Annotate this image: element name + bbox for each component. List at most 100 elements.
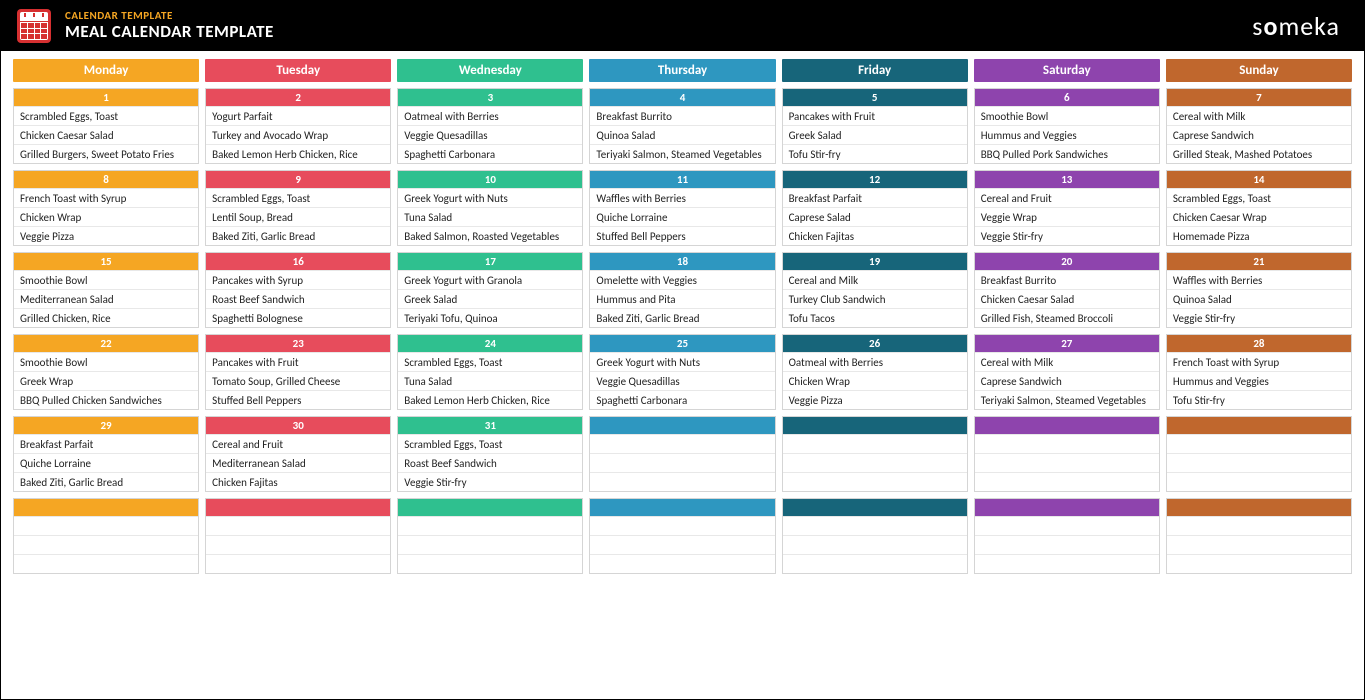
day-cell[interactable]: 16Pancakes with SyrupRoast Beef Sandwich…	[205, 252, 391, 328]
meal-entry[interactable]: Baked Ziti, Garlic Bread	[14, 472, 198, 491]
meal-entry[interactable]: Grilled Chicken, Rice	[14, 308, 198, 327]
meal-entry[interactable]: Veggie Pizza	[783, 390, 967, 409]
meal-entry[interactable]: Mediterranean Salad	[14, 289, 198, 308]
meal-entry[interactable]: Breakfast Parfait	[783, 188, 967, 207]
meal-entry[interactable]: Quinoa Salad	[590, 125, 774, 144]
meal-entry[interactable]: Tofu Stir-fry	[783, 144, 967, 163]
meal-entry[interactable]: Caprese Sandwich	[1167, 125, 1351, 144]
meal-entry[interactable]: Tuna Salad	[398, 371, 582, 390]
meal-entry[interactable]: Caprese Sandwich	[975, 371, 1159, 390]
meal-entry[interactable]	[590, 453, 774, 472]
meal-entry[interactable]: Greek Salad	[783, 125, 967, 144]
meal-entry[interactable]: Breakfast Burrito	[590, 106, 774, 125]
meal-entry[interactable]	[975, 453, 1159, 472]
day-cell[interactable]: 12Breakfast ParfaitCaprese SaladChicken …	[782, 170, 968, 246]
day-cell[interactable]: 7Cereal with MilkCaprese SandwichGrilled…	[1166, 88, 1352, 164]
meal-entry[interactable]: Cereal with Milk	[1167, 106, 1351, 125]
meal-entry[interactable]: Greek Salad	[398, 289, 582, 308]
day-cell[interactable]: 18Omelette with VeggiesHummus and PitaBa…	[589, 252, 775, 328]
day-cell[interactable]: 9Scrambled Eggs, ToastLentil Soup, Bread…	[205, 170, 391, 246]
meal-entry[interactable]: Greek Yogurt with Nuts	[398, 188, 582, 207]
meal-entry[interactable]	[398, 554, 582, 573]
meal-entry[interactable]: Cereal with Milk	[975, 352, 1159, 371]
meal-entry[interactable]: Baked Ziti, Garlic Bread	[206, 226, 390, 245]
day-cell[interactable]: 27Cereal with MilkCaprese SandwichTeriya…	[974, 334, 1160, 410]
meal-entry[interactable]	[590, 434, 774, 453]
meal-entry[interactable]: Greek Yogurt with Granola	[398, 270, 582, 289]
meal-entry[interactable]	[1167, 434, 1351, 453]
meal-entry[interactable]: Spaghetti Bolognese	[206, 308, 390, 327]
day-cell[interactable]	[397, 498, 583, 574]
meal-entry[interactable]: Quinoa Salad	[1167, 289, 1351, 308]
meal-entry[interactable]	[206, 535, 390, 554]
day-cell[interactable]: 15Smoothie BowlMediterranean SaladGrille…	[13, 252, 199, 328]
meal-entry[interactable]: Hummus and Veggies	[1167, 371, 1351, 390]
meal-entry[interactable]: Tomato Soup, Grilled Cheese	[206, 371, 390, 390]
meal-entry[interactable]: Teriyaki Salmon, Steamed Vegetables	[975, 390, 1159, 409]
day-cell[interactable]	[13, 498, 199, 574]
meal-entry[interactable]	[783, 453, 967, 472]
meal-entry[interactable]	[975, 472, 1159, 491]
meal-entry[interactable]: Smoothie Bowl	[14, 352, 198, 371]
meal-entry[interactable]: Turkey Club Sandwich	[783, 289, 967, 308]
meal-entry[interactable]: Greek Yogurt with Nuts	[590, 352, 774, 371]
meal-entry[interactable]	[975, 516, 1159, 535]
meal-entry[interactable]: Lentil Soup, Bread	[206, 207, 390, 226]
meal-entry[interactable]	[206, 554, 390, 573]
meal-entry[interactable]: Spaghetti Carbonara	[590, 390, 774, 409]
meal-entry[interactable]	[398, 516, 582, 535]
meal-entry[interactable]	[975, 434, 1159, 453]
day-cell[interactable]: 13Cereal and FruitVeggie WrapVeggie Stir…	[974, 170, 1160, 246]
day-cell[interactable]: 8French Toast with SyrupChicken WrapVegg…	[13, 170, 199, 246]
meal-entry[interactable]: Chicken Caesar Wrap	[1167, 207, 1351, 226]
meal-entry[interactable]: Grilled Steak, Mashed Potatoes	[1167, 144, 1351, 163]
day-cell[interactable]: 6Smoothie BowlHummus and VeggiesBBQ Pull…	[974, 88, 1160, 164]
meal-entry[interactable]: French Toast with Syrup	[1167, 352, 1351, 371]
meal-entry[interactable]: Veggie Pizza	[14, 226, 198, 245]
day-cell[interactable]	[589, 416, 775, 492]
meal-entry[interactable]: Smoothie Bowl	[14, 270, 198, 289]
meal-entry[interactable]: Scrambled Eggs, Toast	[398, 434, 582, 453]
meal-entry[interactable]: BBQ Pulled Pork Sandwiches	[975, 144, 1159, 163]
meal-entry[interactable]: Veggie Quesadillas	[398, 125, 582, 144]
day-cell[interactable]: 3Oatmeal with BerriesVeggie QuesadillasS…	[397, 88, 583, 164]
meal-entry[interactable]	[398, 535, 582, 554]
meal-entry[interactable]: Grilled Burgers, Sweet Potato Fries	[14, 144, 198, 163]
day-cell[interactable]	[974, 416, 1160, 492]
meal-entry[interactable]	[1167, 472, 1351, 491]
meal-entry[interactable]	[14, 554, 198, 573]
meal-entry[interactable]	[975, 554, 1159, 573]
day-cell[interactable]	[589, 498, 775, 574]
meal-entry[interactable]: Waffles with Berries	[590, 188, 774, 207]
meal-entry[interactable]: Baked Lemon Herb Chicken, Rice	[398, 390, 582, 409]
meal-entry[interactable]: Veggie Stir-fry	[1167, 308, 1351, 327]
meal-entry[interactable]: Caprese Salad	[783, 207, 967, 226]
meal-entry[interactable]: Scrambled Eggs, Toast	[398, 352, 582, 371]
day-cell[interactable]: 14Scrambled Eggs, ToastChicken Caesar Wr…	[1166, 170, 1352, 246]
day-cell[interactable]	[205, 498, 391, 574]
day-cell[interactable]: 5Pancakes with FruitGreek SaladTofu Stir…	[782, 88, 968, 164]
meal-entry[interactable]: Chicken Fajitas	[206, 472, 390, 491]
meal-entry[interactable]	[1167, 516, 1351, 535]
meal-entry[interactable]	[975, 535, 1159, 554]
meal-entry[interactable]: French Toast with Syrup	[14, 188, 198, 207]
meal-entry[interactable]: Chicken Fajitas	[783, 226, 967, 245]
day-cell[interactable]: 29Breakfast ParfaitQuiche LorraineBaked …	[13, 416, 199, 492]
meal-entry[interactable]	[783, 472, 967, 491]
meal-entry[interactable]: Oatmeal with Berries	[783, 352, 967, 371]
meal-entry[interactable]: Tofu Tacos	[783, 308, 967, 327]
day-cell[interactable]	[782, 416, 968, 492]
meal-entry[interactable]: Pancakes with Fruit	[783, 106, 967, 125]
day-cell[interactable]: 2Yogurt ParfaitTurkey and Avocado WrapBa…	[205, 88, 391, 164]
day-cell[interactable]: 25Greek Yogurt with NutsVeggie Quesadill…	[589, 334, 775, 410]
meal-entry[interactable]: Chicken Caesar Salad	[975, 289, 1159, 308]
day-cell[interactable]: 23Pancakes with FruitTomato Soup, Grille…	[205, 334, 391, 410]
day-cell[interactable]: 28French Toast with SyrupHummus and Vegg…	[1166, 334, 1352, 410]
meal-entry[interactable]: Scrambled Eggs, Toast	[14, 106, 198, 125]
meal-entry[interactable]	[1167, 453, 1351, 472]
meal-entry[interactable]	[1167, 554, 1351, 573]
meal-entry[interactable]: Turkey and Avocado Wrap	[206, 125, 390, 144]
meal-entry[interactable]	[783, 535, 967, 554]
meal-entry[interactable]: Chicken Wrap	[783, 371, 967, 390]
day-cell[interactable]: 22Smoothie BowlGreek WrapBBQ Pulled Chic…	[13, 334, 199, 410]
